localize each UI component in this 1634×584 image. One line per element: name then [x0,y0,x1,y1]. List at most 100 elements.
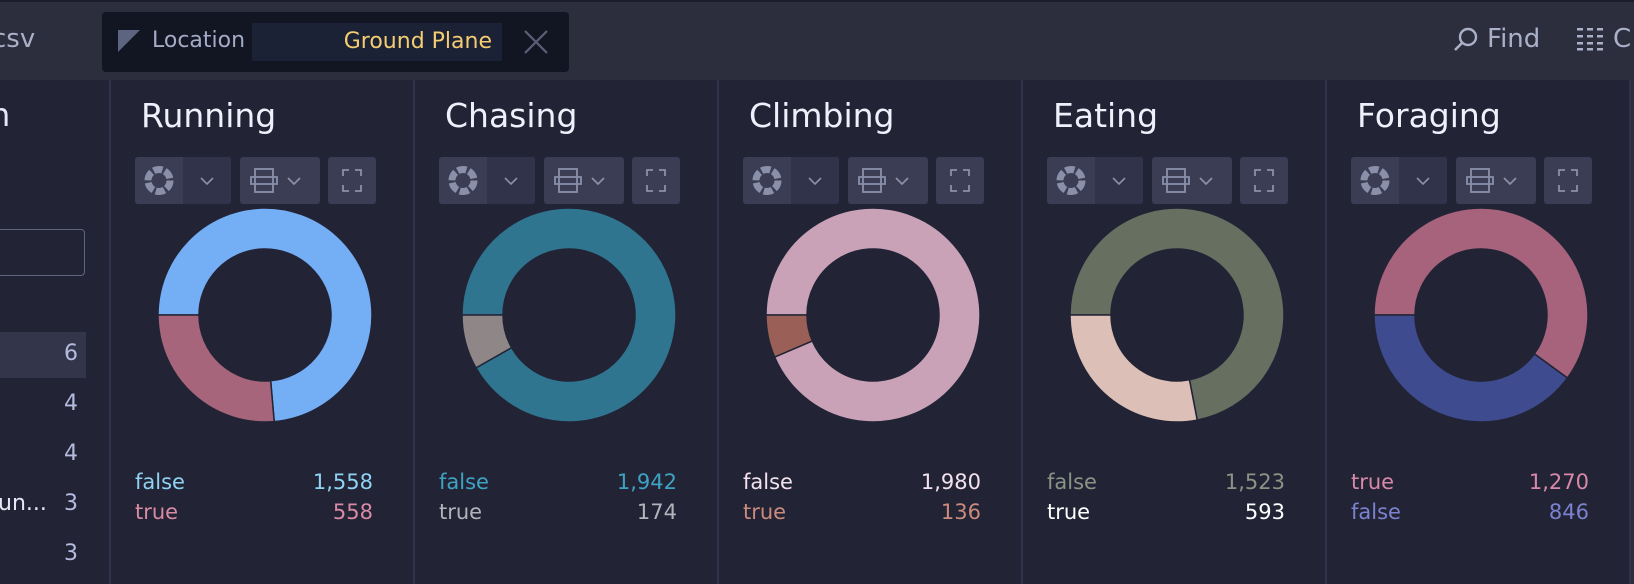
chart-type-button[interactable] [1351,157,1447,204]
legend-label: true [439,500,483,524]
legend-row[interactable]: true 136 [743,500,981,524]
search-icon [1454,27,1478,51]
sidebar: n 6 4 4 un... 3 3 [0,80,111,584]
chart-title: Foraging [1357,96,1501,135]
donut-chart-icon [1047,157,1095,204]
sidebar-item-count: 4 [64,391,78,416]
chart-type-button[interactable] [1047,157,1143,204]
layout-button[interactable] [848,157,928,204]
expand-icon [1254,169,1274,192]
donut-slice-false[interactable] [1373,314,1569,423]
fullscreen-button[interactable] [328,157,376,204]
sidebar-item-count: 4 [64,441,78,466]
chart-panel-climbing: Climbing false 1,980 true 136 [719,80,1023,584]
chart-title: Running [141,96,277,135]
sidebar-item-label: un... [0,491,47,516]
sidebar-list-item[interactable]: un... 3 [0,482,86,528]
fullscreen-button[interactable] [632,157,680,204]
chart-type-button[interactable] [135,157,231,204]
chevron-down-icon[interactable] [183,157,231,204]
legend-row[interactable]: true 174 [439,500,677,524]
location-filter-chip[interactable]: Location Ground Plane [102,12,569,72]
layout-button[interactable] [240,157,320,204]
legend-row[interactable]: false 1,980 [743,470,981,494]
donut-slice-true[interactable] [157,314,276,423]
donut-chart [765,207,981,423]
donut-chart [1069,207,1285,423]
expand-icon [342,169,362,192]
donut-chart [1373,207,1589,423]
sidebar-list-item[interactable]: 6 [0,332,86,378]
sidebar-list-item[interactable]: 3 [0,532,86,578]
chart-type-button[interactable] [439,157,535,204]
file-name: csv [0,24,36,54]
legend-value: 1,980 [920,470,981,494]
legend-row[interactable]: true 1,270 [1351,470,1589,494]
close-icon[interactable] [522,28,550,56]
legend-value: 136 [940,500,981,524]
legend-row[interactable]: true 558 [135,500,373,524]
fullscreen-button[interactable] [1240,157,1288,204]
legend-label: false [1351,500,1401,524]
legend-label: true [135,500,179,524]
donut-chart-icon [743,157,791,204]
sidebar-item-count: 3 [64,541,78,566]
chart-panel-running: Running false 1,558 true 558 [111,80,415,584]
chevron-down-icon[interactable] [791,157,839,204]
donut-chart [461,207,677,423]
legend-value: 558 [332,500,373,524]
filter-triangle-icon [118,30,140,52]
legend-row[interactable]: false 1,942 [439,470,677,494]
legend-row[interactable]: true 593 [1047,500,1285,524]
legend-label: false [439,470,489,494]
legend-value: 1,523 [1224,470,1285,494]
filter-value[interactable]: Ground Plane [252,23,502,61]
sidebar-item-count: 6 [64,341,78,366]
fullscreen-button[interactable] [936,157,984,204]
legend-row[interactable]: false 846 [1351,500,1589,524]
chart-panel-foraging: Foraging true 1,270 false 846 [1327,80,1631,584]
expand-icon [950,169,970,192]
legend-row[interactable]: false 1,558 [135,470,373,494]
legend-value: 1,558 [312,470,373,494]
legend-value: 593 [1244,500,1285,524]
chevron-down-icon[interactable] [1399,157,1447,204]
donut-chart-icon [135,157,183,204]
sidebar-list-item[interactable]: 4 [0,432,86,478]
chart-panel-eating: Eating false 1,523 true 593 [1023,80,1327,584]
chart-title: Eating [1053,96,1159,135]
donut-chart [157,207,373,423]
top-bar: csv Location Ground Plane Find C [0,0,1634,80]
legend-label: false [135,470,185,494]
chart-panel-chasing: Chasing false 1,942 true 174 [415,80,719,584]
legend-row[interactable]: false 1,523 [1047,470,1285,494]
sidebar-title: n [0,96,11,134]
layout-button[interactable] [1152,157,1232,204]
chart-type-button[interactable] [743,157,839,204]
sidebar-search-input[interactable] [0,229,85,276]
columns-grid-icon [1577,28,1603,51]
columns-button[interactable]: C [1577,24,1631,54]
legend-value: 1,270 [1528,470,1589,494]
donut-slice-true[interactable] [1069,314,1199,423]
legend-label: true [1351,470,1395,494]
sidebar-list-item[interactable]: 4 [0,382,86,428]
columns-label: C [1613,24,1632,54]
chevron-down-icon[interactable] [487,157,535,204]
chart-title: Climbing [749,96,895,135]
legend-label: false [1047,470,1097,494]
legend-value: 846 [1548,500,1589,524]
expand-icon [646,169,666,192]
legend-value: 1,942 [616,470,677,494]
layout-button[interactable] [1456,157,1536,204]
legend-value: 174 [636,500,677,524]
chevron-down-icon[interactable] [1095,157,1143,204]
fullscreen-button[interactable] [1544,157,1592,204]
sidebar-item-count: 3 [64,491,78,516]
legend-label: true [1047,500,1091,524]
find-label: Find [1487,24,1541,54]
filter-label: Location [152,28,246,53]
layout-button[interactable] [544,157,624,204]
chart-title: Chasing [445,96,578,135]
find-button[interactable]: Find [1453,24,1540,54]
